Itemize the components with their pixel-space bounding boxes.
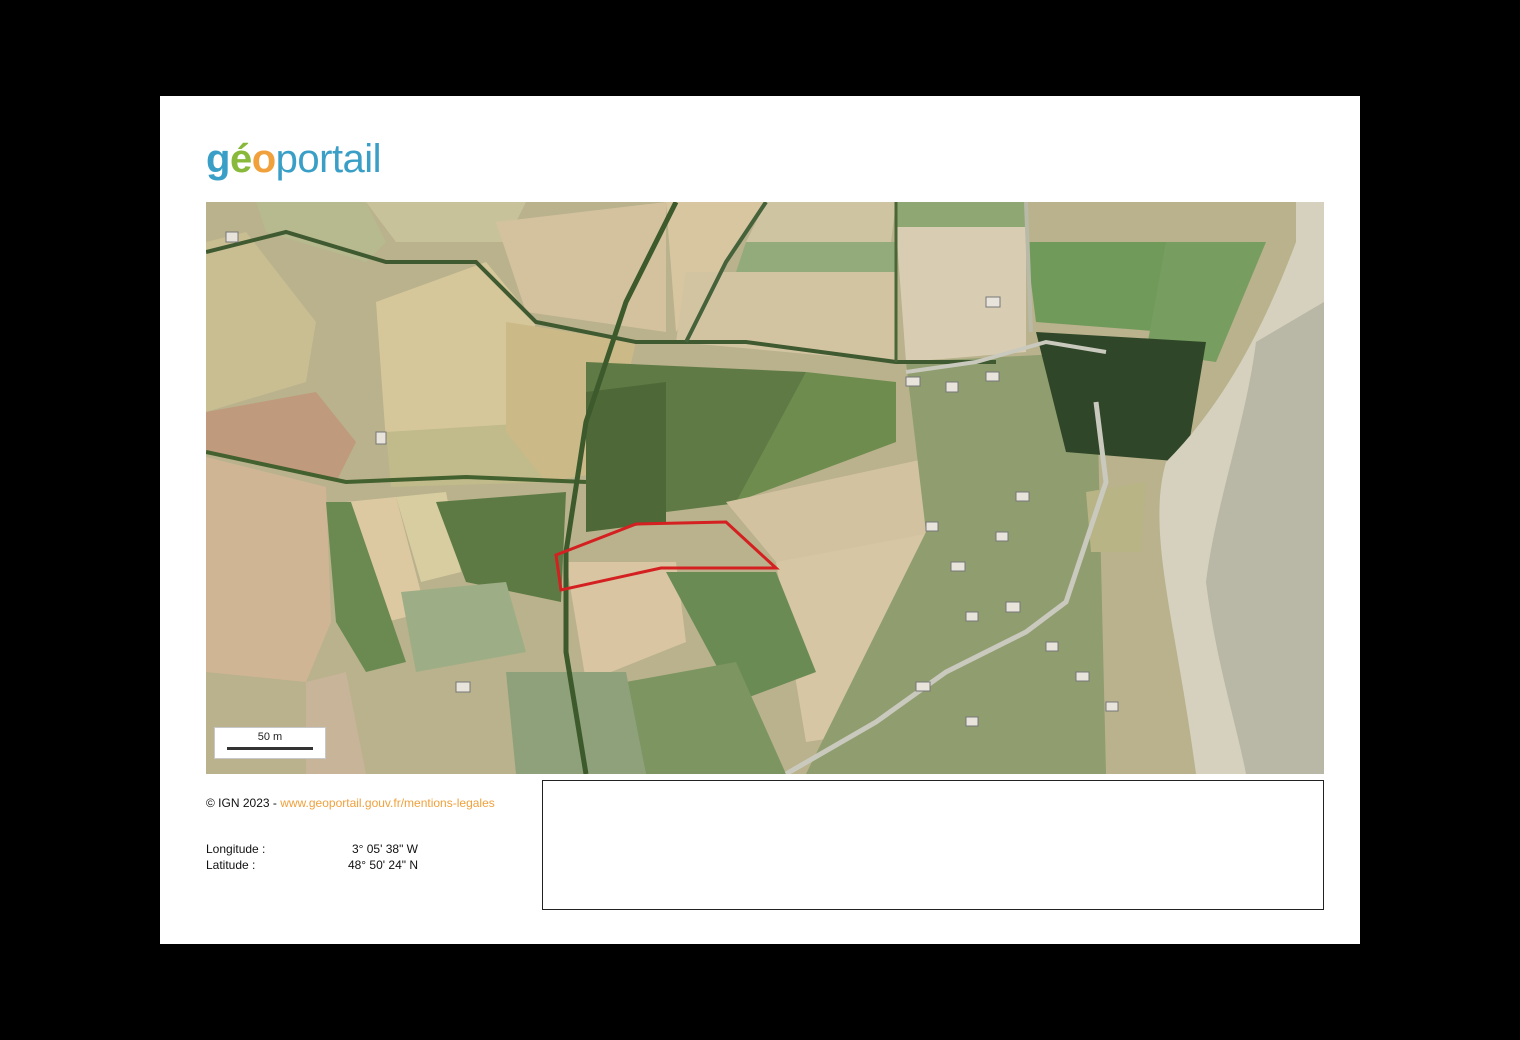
logo-word-portail: portail (275, 137, 382, 181)
copyright-text: © IGN 2023 - (206, 796, 281, 810)
print-sheet: géoportail 50 m © IGN 2023 - www.geoport… (160, 96, 1360, 944)
longitude-value: 3° 05' 38" W (351, 842, 418, 856)
logo-letter-o: o (251, 137, 276, 181)
copyright-line: © IGN 2023 - www.geoportail.gouv.fr/ment… (206, 796, 495, 810)
aerial-imagery (206, 202, 1324, 774)
logo-letter-e: é (229, 137, 252, 181)
scale-label: 50 m (257, 731, 283, 743)
geoportail-logo: géoportail (206, 134, 382, 184)
latitude-label: Latitude : (206, 858, 256, 872)
scale-line (227, 747, 313, 750)
latitude-row: Latitude : 48° 50' 24" N (206, 857, 418, 873)
aerial-map[interactable]: 50 m (206, 202, 1324, 774)
scale-bar: 50 m (214, 727, 326, 759)
notes-box[interactable] (542, 780, 1324, 910)
logo-letter-g: g (206, 137, 230, 181)
latitude-value: 48° 50' 24" N (347, 858, 418, 872)
coordinates-block: Longitude : 3° 05' 38" W Latitude : 48° … (206, 841, 418, 873)
longitude-row: Longitude : 3° 05' 38" W (206, 841, 418, 857)
longitude-label: Longitude : (206, 842, 266, 856)
legal-link[interactable]: www.geoportail.gouv.fr/mentions-legales (280, 796, 495, 810)
